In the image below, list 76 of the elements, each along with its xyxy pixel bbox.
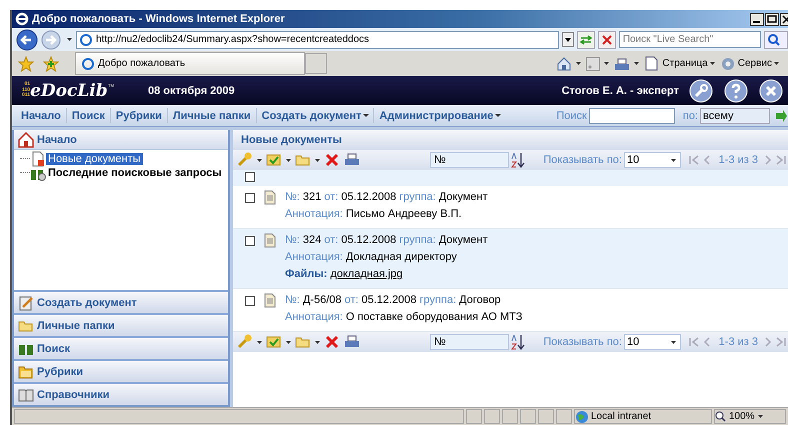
accordion-label: Создать документ	[37, 296, 137, 308]
field-value: Письмо Андрееву В.П.	[346, 208, 462, 220]
per-page-label: Показывать по:	[543, 154, 622, 166]
accordion-header[interactable]: Справочники	[14, 382, 228, 405]
zone-label: Local intranet	[591, 411, 652, 422]
command-label: Страница	[662, 58, 708, 69]
per-page-label: Показывать по:	[543, 336, 622, 348]
field-value: 321	[302, 191, 322, 203]
menu-item[interactable]: Поиск	[66, 110, 110, 122]
window-title: Добро пожаловать - Windows Internet Explorer	[32, 13, 285, 25]
panel-title: Начало	[37, 134, 77, 146]
field-value: 324	[302, 234, 322, 246]
tree-item[interactable]: Новые документы	[46, 153, 143, 165]
menu-item[interactable]: Администрирование	[374, 110, 498, 122]
file-link[interactable]: докладная.jpg	[330, 268, 403, 280]
field-label: группа:	[420, 294, 456, 306]
field-label: Аннотация:	[285, 208, 343, 220]
field-label: Аннотация:	[285, 251, 343, 263]
current-date: 08 октября 2009	[148, 84, 235, 96]
field-label: №:	[285, 294, 300, 306]
panel-title: Новые документы	[233, 130, 788, 150]
field-value: Докладная директору	[346, 251, 457, 263]
sort-field[interactable]: №	[430, 152, 510, 168]
sort-field[interactable]: №	[430, 334, 510, 350]
field-value: 05.12.2008	[341, 191, 396, 203]
scope-field[interactable]: всему	[700, 108, 770, 124]
per-page-value: 10	[626, 336, 640, 348]
field-value: О поставке оборудования АО МТЗ	[346, 311, 522, 323]
field-value: Д-56/08	[302, 294, 342, 306]
field-value: Документ	[438, 234, 488, 246]
field-label: от:	[324, 234, 338, 246]
menu-item[interactable]: Личные папки	[168, 110, 256, 122]
field-label: №:	[285, 191, 300, 203]
command-button[interactable]: Сервис	[720, 56, 780, 72]
field-label: группа:	[399, 234, 436, 246]
per-page-select[interactable]: 10	[624, 152, 681, 168]
field-value: 05.12.2008	[361, 294, 417, 306]
command-button[interactable]: Страница	[644, 56, 716, 72]
search-label: Поиск	[556, 110, 587, 122]
zoom-level: 100%	[729, 411, 755, 422]
tree-item[interactable]: Последние поисковые запросы	[46, 167, 224, 179]
menu-item[interactable]: Начало	[16, 110, 66, 122]
accordion-label: Справочники	[37, 388, 110, 400]
user-name: Стогов Е. А. - эксперт	[562, 84, 679, 96]
pager-text: 1-3 из 3	[718, 336, 758, 348]
field-value: 05.12.2008	[341, 234, 396, 246]
menu-item[interactable]: Создать документ	[256, 110, 366, 122]
field-label: Файлы:	[285, 268, 328, 280]
field-label: Аннотация:	[285, 311, 343, 323]
accordion-label: Личные папки	[37, 320, 115, 332]
per-page-select[interactable]: 10	[624, 334, 681, 350]
address-text: http://nu2/edoclib24/Summary.aspx?show=recentcreateddocs	[96, 34, 370, 45]
logo: eDocLib	[30, 80, 108, 100]
command-label: Сервис	[738, 58, 772, 69]
per-page-value: 10	[626, 154, 640, 166]
scope-label: по:	[682, 110, 698, 122]
document-row[interactable]: №: 324 от: 05.12.2008 группа: Документ Аннотация: Докладная директору Файлы: докладная.jpg	[233, 229, 788, 289]
field-label: от:	[324, 191, 338, 203]
menu-item[interactable]: Рубрики	[110, 110, 167, 122]
field-value: Договор	[459, 294, 501, 306]
accordion-header[interactable]: Поиск	[14, 336, 228, 359]
accordion-label: Рубрики	[37, 366, 83, 378]
accordion-header[interactable]: Рубрики	[14, 359, 228, 382]
zoom-control[interactable]: 100%	[714, 409, 786, 424]
field-label: от:	[344, 294, 358, 306]
tab-title: Добро пожаловать	[98, 58, 186, 69]
browser-tab[interactable]: Добро пожаловать	[75, 52, 305, 75]
accordion-header[interactable]: Личные папки	[14, 313, 228, 336]
accordion-label: Поиск	[37, 342, 70, 354]
address-field[interactable]: http://nu2/edoclib24/Summary.aspx?show=recentcreateddocs	[76, 30, 559, 48]
accordion-header[interactable]: Создать документ	[14, 290, 228, 313]
field-value: Документ	[438, 191, 488, 203]
pager-text: 1-3 из 3	[718, 154, 758, 166]
field-label: №:	[285, 234, 300, 246]
field-label: группа:	[399, 191, 436, 203]
search-field[interactable]: Поиск "Live Search"	[618, 31, 761, 48]
